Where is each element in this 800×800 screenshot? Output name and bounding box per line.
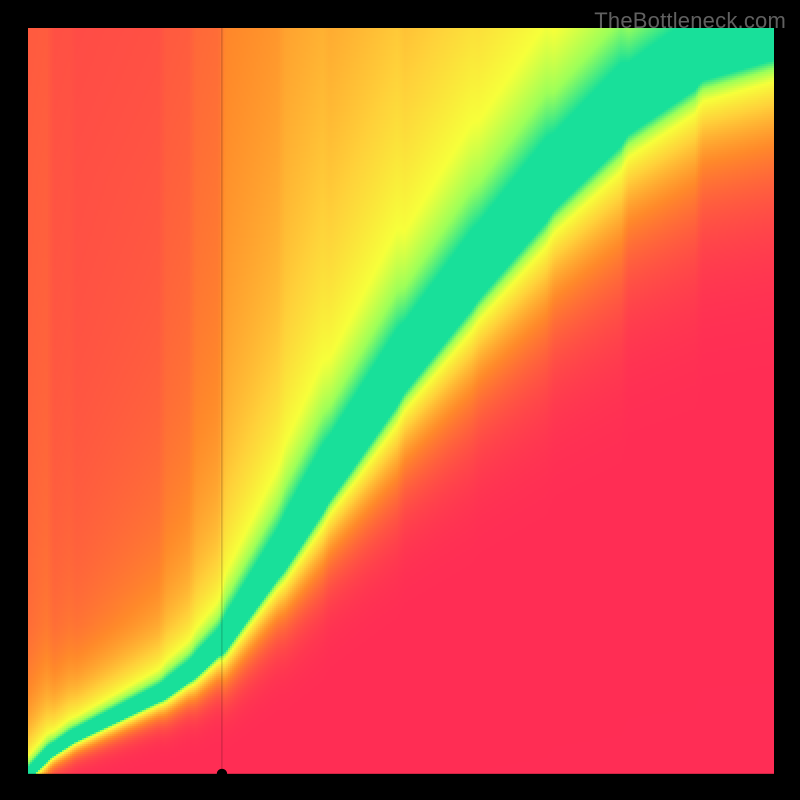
attribution-label: TheBottleneck.com: [594, 8, 786, 34]
heatmap-canvas: [28, 28, 774, 774]
chart-container: TheBottleneck.com: [0, 0, 800, 800]
